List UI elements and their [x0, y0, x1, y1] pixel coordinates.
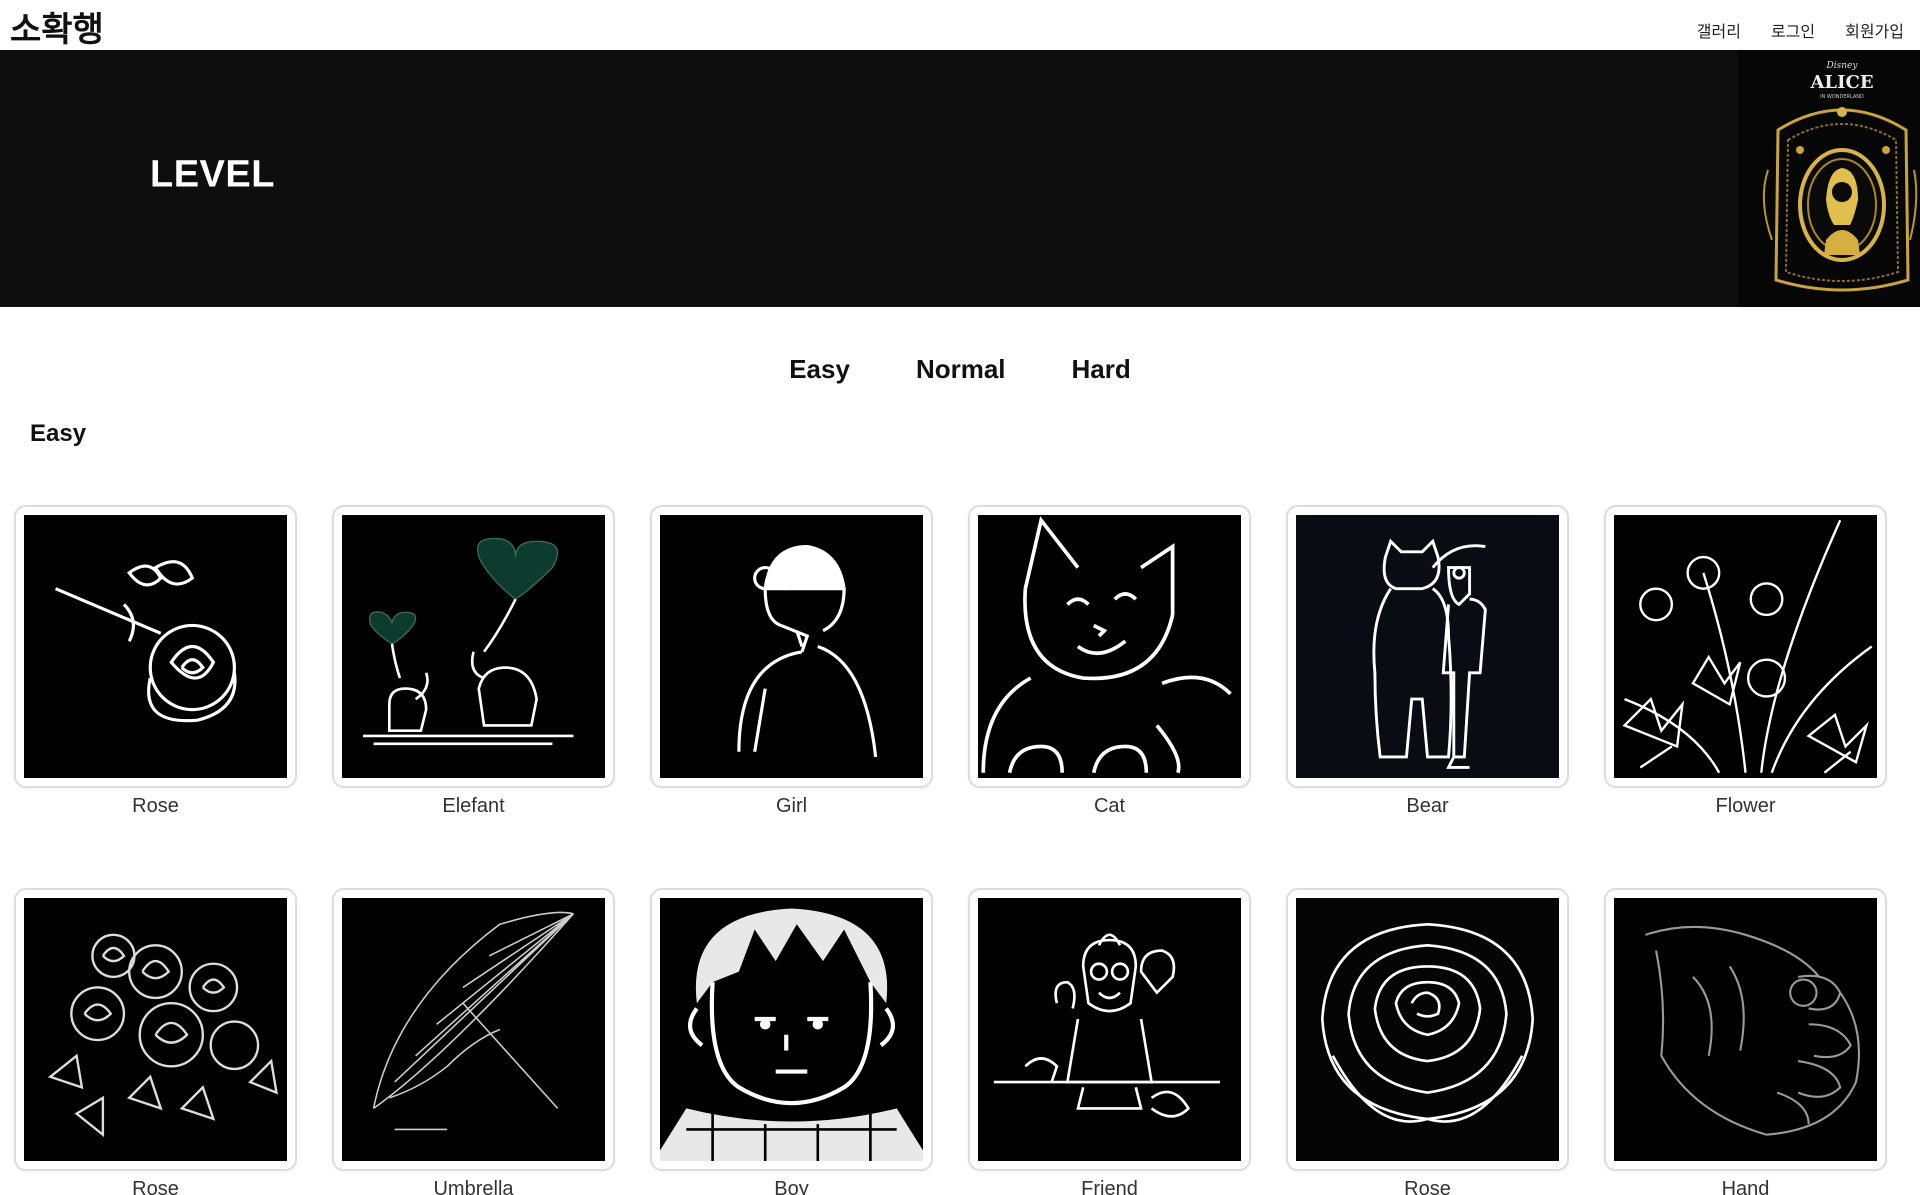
- drawing-gallery: Rose Elefant Girl Cat Bear Flower Rose U…: [14, 505, 1894, 1195]
- card-frame: [14, 888, 297, 1171]
- card-label: Rose: [132, 1178, 179, 1195]
- card-frame: [14, 505, 297, 788]
- rose-drawing-icon[interactable]: [24, 515, 287, 778]
- cat-drawing-icon[interactable]: [978, 515, 1241, 778]
- gallery-card-elefant[interactable]: Elefant: [332, 505, 615, 818]
- card-label: Bear: [1406, 795, 1449, 817]
- card-label: Cat: [1093, 795, 1126, 817]
- rose-bloom-drawing-icon[interactable]: [1296, 898, 1559, 1161]
- boy-drawing-icon[interactable]: [660, 898, 923, 1161]
- gallery-card-bear[interactable]: Bear: [1286, 505, 1569, 818]
- gallery-card-rose-bouquet[interactable]: Rose: [14, 888, 297, 1195]
- card-frame: [968, 505, 1251, 788]
- gallery-card-girl[interactable]: Girl: [650, 505, 933, 818]
- gallery-card-hand[interactable]: Hand: [1604, 888, 1887, 1195]
- card-label: Rose: [132, 795, 179, 817]
- card-frame: [650, 505, 933, 788]
- poster-brand: Disney: [1826, 61, 1859, 71]
- gallery-card-friend[interactable]: Friend: [968, 888, 1251, 1195]
- poster-title: ALICE: [1809, 72, 1873, 93]
- gallery-card-umbrella[interactable]: Umbrella: [332, 888, 615, 1195]
- tab-hard[interactable]: Hard: [1072, 354, 1131, 385]
- gallery-card-rose[interactable]: Rose: [14, 505, 297, 818]
- gallery-card-rose-bloom[interactable]: Rose: [1286, 888, 1569, 1195]
- nav-signup-link[interactable]: 회원가입: [1845, 18, 1904, 42]
- alice-poster-image: Disney ALICE IN WONDERLAND: [1738, 50, 1920, 307]
- card-label: Rose: [1404, 1178, 1451, 1195]
- elephant-drawing-icon[interactable]: [342, 515, 605, 778]
- card-frame: [1604, 888, 1887, 1171]
- card-frame: [650, 888, 933, 1171]
- gallery-card-flower[interactable]: Flower: [1604, 505, 1887, 818]
- friend-drawing-icon[interactable]: [978, 898, 1241, 1161]
- card-label: Flower: [1715, 795, 1776, 817]
- card-frame: [1286, 505, 1569, 788]
- gallery-card-cat[interactable]: Cat: [968, 505, 1251, 818]
- nav-gallery-link[interactable]: 갤러리: [1697, 18, 1741, 42]
- card-frame: [968, 888, 1251, 1171]
- tab-easy[interactable]: Easy: [789, 354, 850, 385]
- banner-title: LEVEL: [150, 153, 275, 196]
- roses-drawing-icon[interactable]: [24, 898, 287, 1161]
- card-frame: [1286, 888, 1569, 1171]
- flower-drawing-icon[interactable]: [1614, 515, 1877, 778]
- card-label: Umbrella: [433, 1178, 514, 1195]
- tab-normal[interactable]: Normal: [916, 354, 1006, 385]
- card-label: Girl: [775, 795, 808, 817]
- section-title: Easy: [30, 420, 87, 447]
- girl-drawing-icon[interactable]: [660, 515, 923, 778]
- poster-subtitle: IN WONDERLAND: [1820, 94, 1864, 100]
- nav-login-link[interactable]: 로그인: [1771, 18, 1815, 42]
- site-logo[interactable]: 소확행: [10, 2, 104, 51]
- gallery-card-boy[interactable]: Boy: [650, 888, 933, 1195]
- card-label: Friend: [1081, 1178, 1138, 1195]
- bear-drawing-icon[interactable]: [1296, 515, 1559, 778]
- level-banner: LEVEL Disney ALICE IN WONDERLAND: [0, 50, 1920, 307]
- umbrella-drawing-icon[interactable]: [342, 898, 605, 1161]
- card-frame: [1604, 505, 1887, 788]
- card-label: Elefant: [442, 795, 505, 817]
- card-frame: [332, 888, 615, 1171]
- card-label: Boy: [774, 1178, 809, 1195]
- card-frame: [332, 505, 615, 788]
- nav-links: 갤러리 로그인 회원가입: [1697, 18, 1904, 42]
- top-navbar: 소확행 갤러리 로그인 회원가입: [0, 0, 1920, 50]
- hand-drawing-icon[interactable]: [1614, 898, 1877, 1161]
- card-label: Hand: [1721, 1178, 1770, 1195]
- level-tabs: Easy Normal Hard: [0, 354, 1920, 385]
